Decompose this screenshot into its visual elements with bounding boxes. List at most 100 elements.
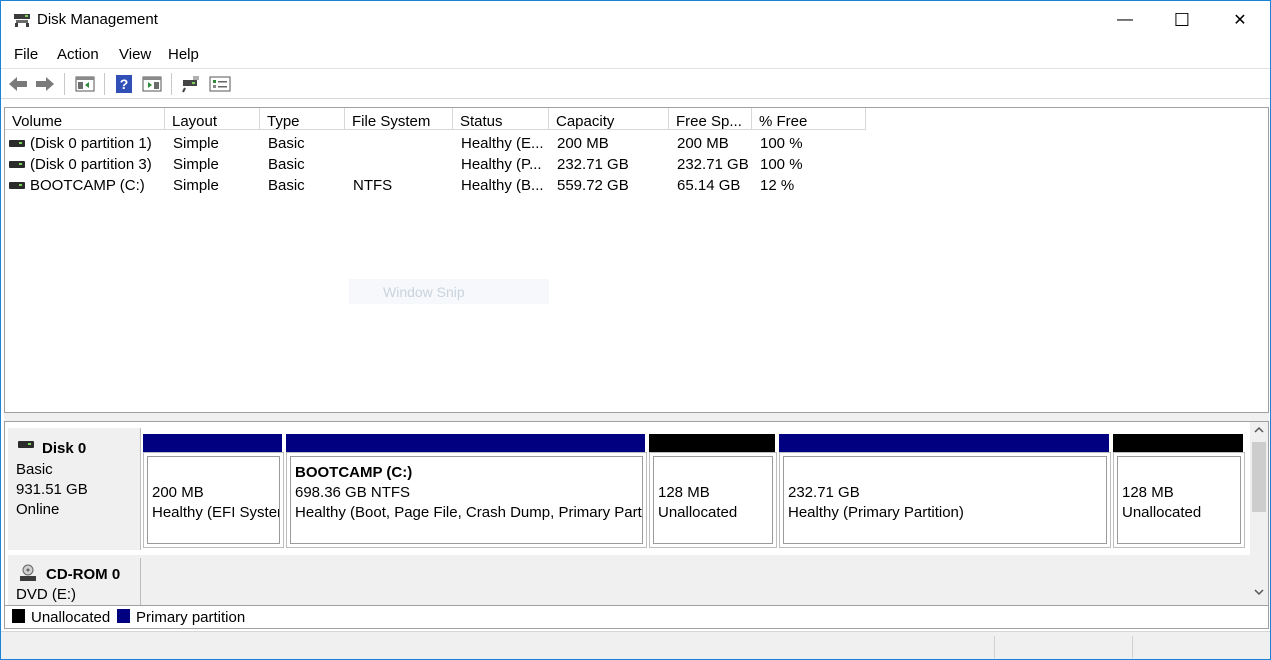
partition-title: BOOTCAMP (C:) <box>295 464 413 481</box>
column-header-status[interactable]: Status <box>453 108 549 130</box>
partition-unallocated-1[interactable]: 128 MB Unallocated <box>649 452 777 548</box>
svg-text:?: ? <box>120 76 129 92</box>
layout-cell: Simple <box>173 177 219 194</box>
percent-free-cell: 100 % <box>760 135 803 152</box>
cdrom-type: DVD (E:) <box>16 586 76 603</box>
column-header-volume[interactable]: Volume <box>5 108 165 130</box>
column-header-percent-free[interactable]: % Free <box>752 108 866 130</box>
partition-size: 200 MB <box>152 484 204 501</box>
free-space-cell: 200 MB <box>677 135 729 152</box>
toolbar-separator <box>64 73 65 95</box>
title-bar: Disk Management — ☐ ✕ <box>1 1 1270 39</box>
partition-size: 698.36 GB NTFS <box>295 484 411 501</box>
scrollbar-thumb[interactable] <box>1252 442 1266 512</box>
disk-pane-scrollbar[interactable] <box>1250 422 1268 605</box>
partition-header-bar <box>779 434 1109 452</box>
cdrom-name: CD-ROM 0 <box>46 566 121 583</box>
column-header-capacity[interactable]: Capacity <box>549 108 669 130</box>
drive-icon <box>18 441 34 448</box>
cdrom-drive-icon <box>20 564 36 581</box>
window-title: Disk Management <box>37 11 158 28</box>
table-row[interactable]: (Disk 0 partition 3) Simple Basic Health… <box>5 154 1268 175</box>
disk-management-app-icon <box>14 14 30 27</box>
forward-button[interactable] <box>34 74 56 94</box>
partition-unallocated-2[interactable]: 128 MB Unallocated <box>1113 452 1245 548</box>
status-separator <box>994 636 995 658</box>
show-hide-console-tree-icon <box>75 76 95 92</box>
volume-cell: (Disk 0 partition 3) <box>30 156 152 173</box>
status-cell: Healthy (B... <box>461 177 544 194</box>
partition-efi[interactable]: 200 MB Healthy (EFI System Partition) <box>143 452 284 548</box>
pane-splitter[interactable] <box>4 413 1269 421</box>
minimize-button[interactable]: — <box>1096 1 1154 39</box>
column-header-free-space[interactable]: Free Sp... <box>669 108 752 130</box>
status-bar <box>1 631 1270 659</box>
menu-action[interactable]: Action <box>57 46 99 63</box>
partition-status: Healthy (Primary Partition) <box>788 504 964 521</box>
back-arrow-icon <box>9 77 27 91</box>
type-cell: Basic <box>268 177 305 194</box>
layout-cell: Simple <box>173 156 219 173</box>
partition-size: 128 MB <box>658 484 710 501</box>
column-header-type[interactable]: Type <box>260 108 345 130</box>
console-tree-button[interactable] <box>74 74 96 94</box>
maximize-icon: ☐ <box>1173 9 1191 30</box>
column-header-layout[interactable]: Layout <box>165 108 260 130</box>
help-button[interactable]: ? <box>113 74 135 94</box>
partition-primary-3[interactable]: 232.71 GB Healthy (Primary Partition) <box>779 452 1111 548</box>
table-row[interactable]: (Disk 0 partition 1) Simple Basic Health… <box>5 133 1268 154</box>
action-pane-button[interactable] <box>141 74 163 94</box>
partition-status: Healthy (EFI System Partition) <box>152 504 279 521</box>
type-cell: Basic <box>268 135 305 152</box>
column-header-file-system[interactable]: File System <box>345 108 453 130</box>
status-cell: Healthy (P... <box>461 156 542 173</box>
disk-type: Basic <box>16 461 53 478</box>
disk-size: 931.51 GB <box>16 481 88 498</box>
disk-name: Disk 0 <box>42 440 87 457</box>
status-cell: Healthy (E... <box>461 135 544 152</box>
partition-status: Unallocated <box>1122 504 1202 521</box>
disk-layout-pane[interactable]: Disk 0 Basic 931.51 GB Online 200 MB Hea… <box>4 421 1269 606</box>
forward-arrow-icon <box>36 77 54 91</box>
free-space-cell: 232.71 GB <box>677 156 749 173</box>
partition-size: 128 MB <box>1122 484 1174 501</box>
toolbar-separator <box>104 73 105 95</box>
disk-0-label[interactable]: Disk 0 Basic 931.51 GB Online <box>8 428 141 550</box>
partition-header-bar <box>649 434 775 452</box>
menu-file[interactable]: File <box>14 46 38 63</box>
volume-cell: (Disk 0 partition 1) <box>30 135 152 152</box>
type-cell: Basic <box>268 156 305 173</box>
partition-bootcamp[interactable]: BOOTCAMP (C:) 698.36 GB NTFS Healthy (Bo… <box>286 452 647 548</box>
drive-icon <box>9 182 25 189</box>
minimize-icon: — <box>1117 11 1133 28</box>
window-snip-ghost: Window Snip <box>349 279 549 304</box>
partition-status: Healthy (Boot, Page File, Crash Dump, Pr… <box>295 504 643 521</box>
legend: Unallocated Primary partition <box>4 606 1269 629</box>
connect-virtual-disk-icon <box>182 76 199 93</box>
partition-header-bar <box>143 434 282 452</box>
drive-icon <box>9 161 25 168</box>
menu-bar: File Action View Help <box>1 41 1270 68</box>
close-button[interactable]: ✕ <box>1211 1 1269 39</box>
menu-view[interactable]: View <box>119 46 151 63</box>
scroll-up-icon[interactable] <box>1254 426 1264 434</box>
legend-label-primary: Primary partition <box>136 609 246 626</box>
connect-button[interactable] <box>180 74 202 94</box>
back-button[interactable] <box>7 74 29 94</box>
partition-header-bar <box>1113 434 1243 452</box>
cdrom-0-label[interactable]: CD-ROM 0 DVD (E:) <box>8 558 141 605</box>
close-icon: ✕ <box>1233 12 1247 29</box>
volume-list[interactable]: Volume Layout Type File System Status Ca… <box>4 107 1269 413</box>
table-row[interactable]: BOOTCAMP (C:) Simple Basic NTFS Healthy … <box>5 175 1268 196</box>
drive-icon <box>9 140 25 147</box>
maximize-button[interactable]: ☐ <box>1153 1 1211 39</box>
capacity-cell: 200 MB <box>557 135 609 152</box>
percent-free-cell: 100 % <box>760 156 803 173</box>
disk-status: Online <box>16 501 60 518</box>
scroll-down-icon[interactable] <box>1254 588 1264 596</box>
menu-help[interactable]: Help <box>168 46 199 63</box>
properties-icon <box>209 76 231 92</box>
cdrom-0-row <box>8 555 1250 605</box>
layout-cell: Simple <box>173 135 219 152</box>
properties-button[interactable] <box>209 74 231 94</box>
